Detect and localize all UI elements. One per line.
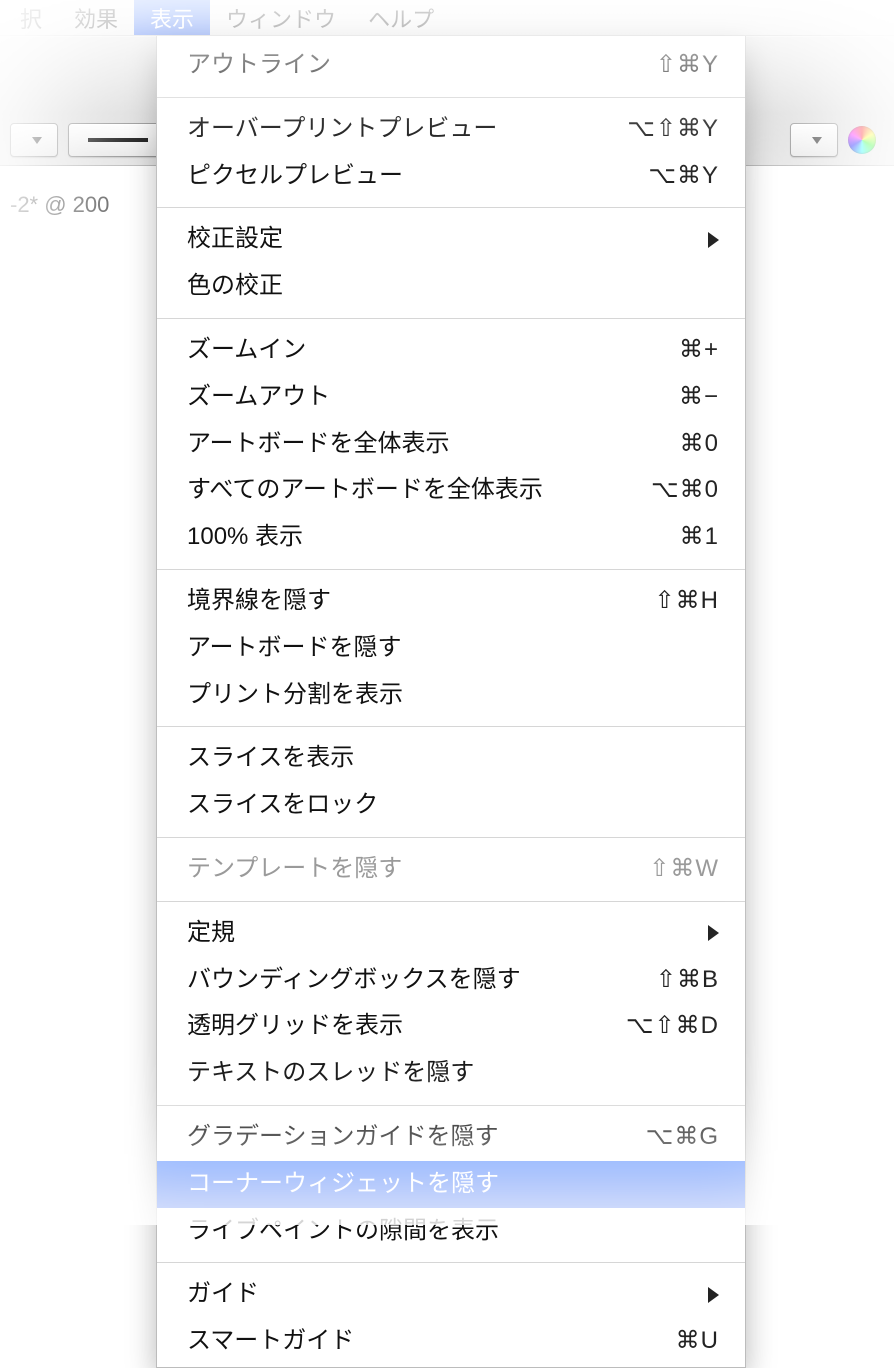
menu-item-guides[interactable]: ガイド bbox=[157, 1271, 745, 1318]
menu-item-outline[interactable]: アウトライン⇧⌘Y bbox=[157, 42, 745, 89]
menu-item-label: 定規 bbox=[187, 916, 694, 951]
menu-item-label: ガイド bbox=[187, 1277, 694, 1312]
menu-item-shortcut: ⌥⌘G bbox=[599, 1120, 719, 1155]
menu-item-shortcut: ⌘U bbox=[599, 1324, 719, 1359]
menu-separator bbox=[157, 1262, 745, 1263]
menu-item-smart-guides[interactable]: スマートガイド⌘U bbox=[157, 1318, 745, 1365]
menu-separator bbox=[157, 901, 745, 902]
menu-separator bbox=[157, 726, 745, 727]
menu-item-label: アートボードを全体表示 bbox=[187, 427, 599, 462]
menu-item-show-print-tiling[interactable]: プリント分割を表示 bbox=[157, 672, 745, 719]
menu-item-label: スライスをロック bbox=[187, 788, 719, 823]
menu-separator bbox=[157, 1105, 745, 1106]
menu-separator bbox=[157, 207, 745, 208]
menu-item-hide-artboards[interactable]: アートボードを隠す bbox=[157, 625, 745, 672]
menu-item-label: 校正設定 bbox=[187, 222, 694, 257]
menu-item-show-live-paint-gaps[interactable]: ライブペイントの隙間を表示 bbox=[157, 1208, 745, 1255]
menu-item-shortcut: ⌘1 bbox=[599, 520, 719, 555]
menu-item-shortcut: ⇧⌘B bbox=[599, 963, 719, 998]
menu-item-hide-template: テンプレートを隠す⇧⌘W bbox=[157, 846, 745, 893]
chevron-right-icon bbox=[708, 1287, 719, 1303]
menu-item-rulers[interactable]: 定規 bbox=[157, 910, 745, 957]
menu-item-shortcut: ⌘− bbox=[599, 380, 719, 415]
menu-separator bbox=[157, 569, 745, 570]
menubar: 択 効果 表示 ウィンドウ ヘルプ bbox=[0, 0, 894, 36]
stroke-preview-dropdown[interactable] bbox=[68, 123, 168, 157]
chevron-right-icon bbox=[708, 925, 719, 941]
menu-item-label: バウンディングボックスを隠す bbox=[187, 963, 599, 998]
menu-view[interactable]: 表示 bbox=[134, 0, 210, 35]
menu-select[interactable]: 択 bbox=[4, 0, 58, 35]
menu-item-shortcut: ⌥⇧⌘D bbox=[599, 1009, 719, 1044]
menu-item-lock-slices[interactable]: スライスをロック bbox=[157, 782, 745, 829]
menu-help[interactable]: ヘルプ bbox=[352, 0, 450, 35]
menu-item-hide-edges[interactable]: 境界線を隠す⇧⌘H bbox=[157, 578, 745, 625]
menu-item-label: テンプレートを隠す bbox=[187, 852, 599, 887]
menu-separator bbox=[157, 97, 745, 98]
menu-effect[interactable]: 効果 bbox=[58, 0, 134, 35]
menu-item-actual-size[interactable]: 100% 表示⌘1 bbox=[157, 514, 745, 561]
menu-item-shortcut: ⌘+ bbox=[599, 333, 719, 368]
menu-separator bbox=[157, 837, 745, 838]
menu-item-hide-bounding-box[interactable]: バウンディングボックスを隠す⇧⌘B bbox=[157, 957, 745, 1004]
menu-item-shortcut: ⇧⌘Y bbox=[599, 48, 719, 83]
view-menu-dropdown: アウトライン⇧⌘Yオーバープリントプレビュー⌥⇧⌘Yピクセルプレビュー⌥⌘Y校正… bbox=[156, 36, 746, 1368]
menu-item-shortcut: ⇧⌘W bbox=[599, 852, 719, 887]
menu-item-label: アウトライン bbox=[187, 48, 599, 83]
menu-item-shortcut: ⌘0 bbox=[599, 427, 719, 462]
menu-item-label: ズームアウト bbox=[187, 380, 599, 415]
menu-item-zoom-in[interactable]: ズームイン⌘+ bbox=[157, 327, 745, 374]
menu-item-label: 透明グリッドを表示 bbox=[187, 1009, 599, 1044]
menu-item-shortcut: ⌥⌘0 bbox=[599, 473, 719, 508]
color-wheel-icon[interactable] bbox=[848, 126, 876, 154]
menu-item-hide-corner-widget[interactable]: コーナーウィジェットを隠す bbox=[157, 1161, 745, 1208]
menu-window[interactable]: ウィンドウ bbox=[210, 0, 352, 35]
menu-item-shortcut: ⇧⌘H bbox=[599, 584, 719, 619]
dropdown-control-1[interactable] bbox=[10, 123, 58, 157]
menu-item-label: コーナーウィジェットを隠す bbox=[187, 1167, 719, 1202]
menu-item-shortcut: ⌥⇧⌘Y bbox=[599, 112, 719, 147]
menu-item-label: グラデーションガイドを隠す bbox=[187, 1120, 599, 1155]
menu-item-label: ライブペイントの隙間を表示 bbox=[187, 1214, 719, 1249]
menu-item-hide-text-threads[interactable]: テキストのスレッドを隠す bbox=[157, 1050, 745, 1097]
menu-item-label: ズームイン bbox=[187, 333, 599, 368]
menu-item-shortcut: ⌥⌘Y bbox=[599, 159, 719, 194]
menu-separator bbox=[157, 318, 745, 319]
menu-item-show-slices[interactable]: スライスを表示 bbox=[157, 735, 745, 782]
chevron-right-icon bbox=[708, 232, 719, 248]
menu-item-label: 色の校正 bbox=[187, 269, 719, 304]
menu-item-label: 100% 表示 bbox=[187, 520, 599, 555]
menu-item-label: ピクセルプレビュー bbox=[187, 159, 599, 194]
menu-item-fit-artboard[interactable]: アートボードを全体表示⌘0 bbox=[157, 421, 745, 468]
menu-item-label: オーバープリントプレビュー bbox=[187, 112, 599, 147]
menu-item-label: スライスを表示 bbox=[187, 741, 719, 776]
menu-item-label: プリント分割を表示 bbox=[187, 678, 719, 713]
menu-item-label: 境界線を隠す bbox=[187, 584, 599, 619]
menu-item-zoom-out[interactable]: ズームアウト⌘− bbox=[157, 374, 745, 421]
menu-item-hide-gradient-annotator[interactable]: グラデーションガイドを隠す⌥⌘G bbox=[157, 1114, 745, 1161]
menu-item-fit-all-artboards[interactable]: すべてのアートボードを全体表示⌥⌘0 bbox=[157, 467, 745, 514]
menu-item-label: すべてのアートボードを全体表示 bbox=[187, 473, 599, 508]
menu-item-label: アートボードを隠す bbox=[187, 631, 719, 666]
menu-item-pixel-preview[interactable]: ピクセルプレビュー⌥⌘Y bbox=[157, 153, 745, 200]
document-tab[interactable]: -2* @ 200 bbox=[0, 188, 119, 222]
menu-item-overprint-preview[interactable]: オーバープリントプレビュー⌥⇧⌘Y bbox=[157, 106, 745, 153]
menu-item-proof-setup[interactable]: 校正設定 bbox=[157, 216, 745, 263]
menu-item-label: スマートガイド bbox=[187, 1324, 599, 1359]
menu-item-show-transparency-grid[interactable]: 透明グリッドを表示⌥⇧⌘D bbox=[157, 1003, 745, 1050]
stroke-line-icon bbox=[88, 138, 148, 142]
menu-item-proof-colors[interactable]: 色の校正 bbox=[157, 263, 745, 310]
dropdown-control-2[interactable] bbox=[790, 123, 838, 157]
menu-item-label: テキストのスレッドを隠す bbox=[187, 1056, 719, 1091]
